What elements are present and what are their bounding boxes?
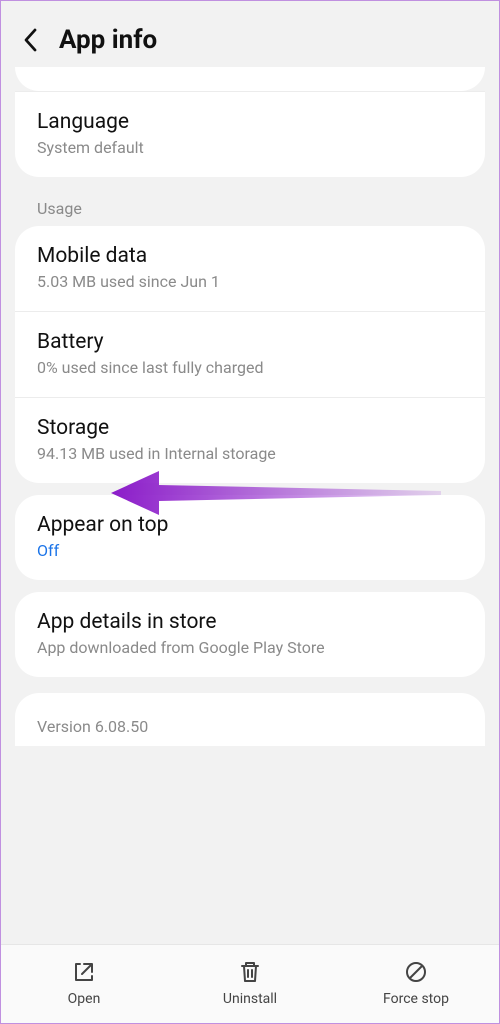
store-card: App details in store App downloaded from… (15, 592, 485, 677)
force-stop-label: Force stop (383, 991, 449, 1007)
mobile-data-title: Mobile data (37, 244, 463, 268)
version-text: Version 6.08.50 (37, 717, 463, 736)
usage-card: Mobile data 5.03 MB used since Jun 1 Bat… (15, 226, 485, 483)
appear-on-top-row[interactable]: Appear on top Off (15, 495, 485, 580)
storage-title: Storage (37, 416, 463, 440)
battery-title: Battery (37, 330, 463, 354)
storage-sub: 94.13 MB used in Internal storage (37, 444, 463, 463)
battery-sub: 0% used since last fully charged (37, 358, 463, 377)
trash-icon (237, 959, 263, 985)
content-scroll[interactable]: Language System default Usage Mobile dat… (1, 67, 499, 944)
uninstall-button[interactable]: Uninstall (167, 945, 333, 1023)
language-card: Language System default (15, 91, 485, 177)
version-card: Version 6.08.50 (15, 693, 485, 746)
mobile-data-row[interactable]: Mobile data 5.03 MB used since Jun 1 (15, 226, 485, 311)
uninstall-label: Uninstall (223, 991, 277, 1007)
previous-card-peek (15, 67, 485, 91)
force-stop-button[interactable]: Force stop (333, 945, 499, 1023)
storage-row[interactable]: Storage 94.13 MB used in Internal storag… (15, 397, 485, 483)
mobile-data-sub: 5.03 MB used since Jun 1 (37, 272, 463, 291)
language-row[interactable]: Language System default (15, 91, 485, 177)
appear-on-top-sub: Off (37, 541, 463, 560)
page-title: App info (59, 25, 157, 55)
bottom-bar: Open Uninstall Force stop (1, 944, 499, 1023)
open-button[interactable]: Open (1, 945, 167, 1023)
usage-section-label: Usage (15, 177, 485, 226)
header: App info (1, 1, 499, 67)
store-row[interactable]: App details in store App downloaded from… (15, 592, 485, 677)
open-label: Open (68, 991, 101, 1007)
back-icon[interactable] (21, 27, 41, 53)
store-sub: App downloaded from Google Play Store (37, 638, 463, 657)
store-title: App details in store (37, 610, 463, 634)
appear-on-top-card: Appear on top Off (15, 495, 485, 580)
battery-row[interactable]: Battery 0% used since last fully charged (15, 311, 485, 397)
language-sub: System default (37, 138, 463, 157)
open-icon (71, 959, 97, 985)
block-icon (403, 959, 429, 985)
language-title: Language (37, 110, 463, 134)
appear-on-top-title: Appear on top (37, 513, 463, 537)
